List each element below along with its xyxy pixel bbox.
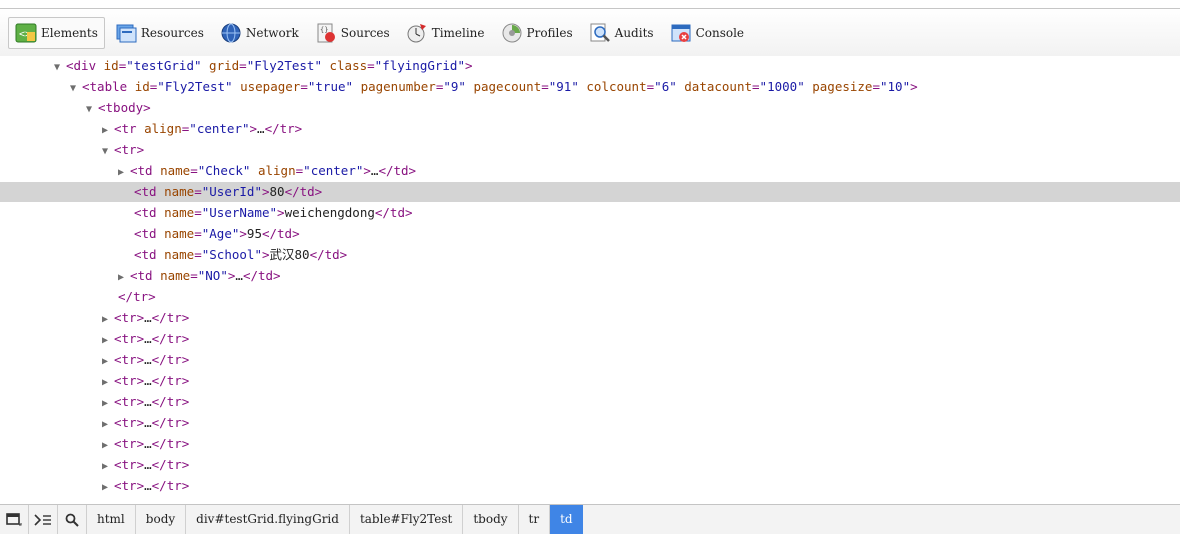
devtools-toolbar: <> Elements Resources Network {} Sources…: [0, 9, 1180, 56]
resources-icon: [115, 22, 137, 44]
collapsed-arrow-icon[interactable]: ▶: [102, 436, 114, 456]
breadcrumb-item-tbody[interactable]: tbody: [463, 505, 519, 534]
network-icon: [220, 22, 242, 44]
elements-icon: <>: [15, 22, 37, 44]
dom-node-td-userid-selected[interactable]: <td name="UserId">80</td>: [0, 182, 1180, 202]
breadcrumb-item-div[interactable]: div#testGrid.flyingGrid: [186, 505, 350, 534]
dom-node-td-no[interactable]: ▶ <td name="NO">…</td>: [0, 266, 1180, 286]
dock-icon: [6, 512, 22, 525]
breadcrumb-item-table[interactable]: table#Fly2Test: [350, 505, 464, 534]
tab-console[interactable]: Console: [664, 17, 750, 49]
audits-icon: [589, 22, 611, 44]
dom-node-tr-header[interactable]: ▶ <tr align="center">…</tr>: [0, 119, 1180, 139]
tab-timeline[interactable]: Timeline: [400, 17, 491, 49]
console-drawer-button[interactable]: [29, 505, 58, 534]
collapsed-arrow-icon[interactable]: ▶: [102, 415, 114, 435]
sources-icon: {}: [315, 22, 337, 44]
search-icon: [65, 513, 79, 527]
dock-button[interactable]: [0, 505, 29, 534]
inspect-button[interactable]: [58, 505, 87, 534]
tab-label: Audits: [614, 25, 654, 40]
collapsed-arrow-icon[interactable]: ▶: [102, 394, 114, 414]
console-icon: [670, 22, 692, 44]
collapsed-arrow-icon[interactable]: ▶: [102, 478, 114, 498]
tab-network[interactable]: Network: [214, 17, 305, 49]
dom-node-tr-collapsed[interactable]: ▶ <tr>…</tr>: [0, 455, 1180, 475]
dom-node-tr-collapsed[interactable]: ▶ <tr>…</tr>: [0, 308, 1180, 328]
collapsed-arrow-icon[interactable]: ▶: [102, 331, 114, 351]
profiles-icon: [501, 22, 523, 44]
breadcrumb-item-tr[interactable]: tr: [519, 505, 551, 534]
console-prompt-icon: [34, 513, 51, 526]
dom-node-tr-close[interactable]: </tr>: [0, 287, 1180, 307]
breadcrumb-item-body[interactable]: body: [136, 505, 187, 534]
collapsed-arrow-icon[interactable]: ▶: [102, 457, 114, 477]
tab-resources[interactable]: Resources: [109, 17, 210, 49]
breadcrumb: html body div#testGrid.flyingGrid table#…: [0, 504, 1180, 534]
breadcrumb-item-td-active[interactable]: td: [550, 505, 583, 534]
tab-label: Resources: [140, 25, 204, 40]
timeline-icon: [406, 22, 428, 44]
tab-label: Console: [695, 25, 745, 40]
dom-node-td-age[interactable]: <td name="Age">95</td>: [0, 224, 1180, 244]
tab-profiles[interactable]: Profiles: [495, 17, 579, 49]
dom-node-tr-collapsed[interactable]: ▶ <tr>…</tr>: [0, 413, 1180, 433]
dom-node-td-check[interactable]: ▶ <td name="Check" align="center">…</td>: [0, 161, 1180, 181]
dom-node-div[interactable]: ▼ <div id="testGrid" grid="Fly2Test" clas…: [0, 56, 1180, 76]
tab-label: Timeline: [431, 25, 485, 40]
tab-sources[interactable]: {} Sources: [309, 17, 396, 49]
dom-node-td-username[interactable]: <td name="UserName">weichengdong</td>: [0, 203, 1180, 223]
expanded-arrow-icon[interactable]: ▼: [102, 142, 114, 162]
tab-elements[interactable]: <> Elements: [8, 16, 105, 49]
dom-node-tr-collapsed[interactable]: ▶ <tr>…</tr>: [0, 392, 1180, 412]
dom-node-tr-collapsed[interactable]: ▶ <tr>…</tr>: [0, 350, 1180, 370]
dom-node-tr-collapsed[interactable]: ▶ <tr>…</tr>: [0, 371, 1180, 391]
dom-node-tr-collapsed[interactable]: ▶ <tr>…</tr>: [0, 434, 1180, 454]
window-top-edge: [0, 0, 1180, 9]
svg-text:{}: {}: [320, 26, 328, 34]
dom-node-table[interactable]: ▼ <table id="Fly2Test" usepager="true" pa…: [0, 77, 1180, 97]
collapsed-arrow-icon[interactable]: ▶: [118, 163, 130, 183]
expanded-arrow-icon[interactable]: ▼: [70, 79, 82, 99]
collapsed-arrow-icon[interactable]: ▶: [102, 121, 114, 141]
expanded-arrow-icon[interactable]: ▼: [54, 58, 66, 78]
expanded-arrow-icon[interactable]: ▼: [86, 100, 98, 120]
dom-tree: ▼ <div id="testGrid" grid="Fly2Test" clas…: [0, 56, 1180, 504]
tab-label: Network: [245, 25, 299, 40]
tab-audits[interactable]: Audits: [583, 17, 660, 49]
collapsed-arrow-icon[interactable]: ▶: [118, 268, 130, 288]
tab-label: Sources: [340, 25, 390, 40]
breadcrumb-item-html[interactable]: html: [87, 505, 136, 534]
dom-node-tbody[interactable]: ▼ <tbody>: [0, 98, 1180, 118]
tab-label: Elements: [41, 25, 98, 40]
dom-node-tr-collapsed[interactable]: ▶ <tr>…</tr>: [0, 329, 1180, 349]
dom-node-tr-collapsed[interactable]: ▶ <tr>…</tr>: [0, 476, 1180, 496]
dom-node-td-school[interactable]: <td name="School">武汉80</td>: [0, 245, 1180, 265]
collapsed-arrow-icon[interactable]: ▶: [102, 352, 114, 372]
dom-node-tr-open[interactable]: ▼ <tr>: [0, 140, 1180, 160]
collapsed-arrow-icon[interactable]: ▶: [102, 310, 114, 330]
collapsed-arrow-icon[interactable]: ▶: [102, 373, 114, 393]
tab-label: Profiles: [526, 25, 573, 40]
